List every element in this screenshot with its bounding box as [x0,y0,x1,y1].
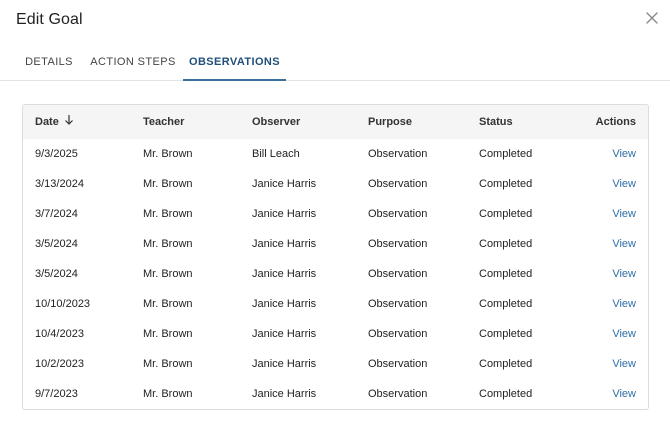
view-link[interactable]: View [612,358,636,370]
cell-teacher: Mr. Brown [143,298,193,310]
table-row: 9/3/2025 Mr. Brown Bill Leach Observatio… [23,139,648,169]
observations-table: Date Teacher Observer Purpose Status Act… [22,104,649,410]
cell-date: 9/7/2023 [35,388,78,400]
cell-status: Completed [479,208,533,220]
view-link[interactable]: View [612,388,636,400]
table-row: 10/2/2023 Mr. Brown Janice Harris Observ… [23,349,648,379]
cell-teacher: Mr. Brown [143,148,193,160]
cell-status: Completed [479,388,533,400]
table-row: 3/13/2024 Mr. Brown Janice Harris Observ… [23,169,648,199]
cell-purpose: Observation [368,358,428,370]
cell-observer: Janice Harris [252,208,317,220]
column-header-teacher: Teacher [143,116,185,128]
view-link[interactable]: View [612,268,636,280]
view-link[interactable]: View [612,298,636,310]
cell-purpose: Observation [368,328,428,340]
view-link[interactable]: View [612,208,636,220]
cell-date: 9/3/2025 [35,148,78,160]
cell-purpose: Observation [368,388,428,400]
cell-purpose: Observation [368,178,428,190]
cell-purpose: Observation [368,238,428,250]
column-header-purpose: Purpose [368,116,413,128]
cell-purpose: Observation [368,298,428,310]
cell-date: 3/5/2024 [35,268,78,280]
view-link[interactable]: View [612,178,636,190]
view-link[interactable]: View [612,148,636,160]
cell-status: Completed [479,148,533,160]
edit-goal-dialog: Edit Goal DETAILS ACTION STEPS OBSERVATI… [0,0,670,423]
table-header-row: Date Teacher Observer Purpose Status Act… [23,105,648,139]
table-row: 3/5/2024 Mr. Brown Janice Harris Observa… [23,229,648,259]
cell-observer: Janice Harris [252,358,317,370]
cell-status: Completed [479,298,533,310]
cell-observer: Janice Harris [252,238,317,250]
table-row: 10/10/2023 Mr. Brown Janice Harris Obser… [23,289,648,319]
cell-observer: Bill Leach [252,148,300,160]
cell-status: Completed [479,328,533,340]
tab-details[interactable]: DETAILS [16,44,82,81]
column-header-status: Status [479,116,513,128]
cell-purpose: Observation [368,208,428,220]
cell-date: 3/5/2024 [35,238,78,250]
dialog-title: Edit Goal [16,11,83,28]
cell-teacher: Mr. Brown [143,178,193,190]
cell-date: 10/4/2023 [35,328,84,340]
cell-teacher: Mr. Brown [143,328,193,340]
tab-action-steps[interactable]: ACTION STEPS [84,44,182,81]
cell-teacher: Mr. Brown [143,388,193,400]
cell-observer: Janice Harris [252,178,317,190]
table-row: 10/4/2023 Mr. Brown Janice Harris Observ… [23,319,648,349]
cell-date: 10/2/2023 [35,358,84,370]
column-header-actions: Actions [595,116,636,128]
cell-teacher: Mr. Brown [143,238,193,250]
cell-purpose: Observation [368,148,428,160]
cell-status: Completed [479,238,533,250]
cell-date: 3/13/2024 [35,178,84,190]
table-row: 3/5/2024 Mr. Brown Janice Harris Observa… [23,259,648,289]
cell-date: 10/10/2023 [35,298,91,310]
cell-status: Completed [479,358,533,370]
column-label-date: Date [35,115,59,128]
cell-observer: Janice Harris [252,328,317,340]
cell-teacher: Mr. Brown [143,208,193,220]
cell-observer: Janice Harris [252,388,317,400]
tab-observations[interactable]: OBSERVATIONS [183,44,286,81]
table-row: 3/7/2024 Mr. Brown Janice Harris Observa… [23,199,648,229]
cell-status: Completed [479,178,533,190]
arrow-down-icon [64,114,74,128]
view-link[interactable]: View [612,238,636,250]
cell-teacher: Mr. Brown [143,268,193,280]
cell-observer: Janice Harris [252,298,317,310]
view-link[interactable]: View [612,328,636,340]
cell-status: Completed [479,268,533,280]
cell-observer: Janice Harris [252,268,317,280]
column-header-date[interactable]: Date [23,105,143,139]
cell-teacher: Mr. Brown [143,358,193,370]
cell-date: 3/7/2024 [35,208,78,220]
tab-bar: DETAILS ACTION STEPS OBSERVATIONS [0,44,670,81]
close-icon[interactable] [642,8,662,28]
cell-purpose: Observation [368,268,428,280]
table-row: 9/7/2023 Mr. Brown Janice Harris Observa… [23,379,648,409]
column-header-observer: Observer [252,116,301,128]
